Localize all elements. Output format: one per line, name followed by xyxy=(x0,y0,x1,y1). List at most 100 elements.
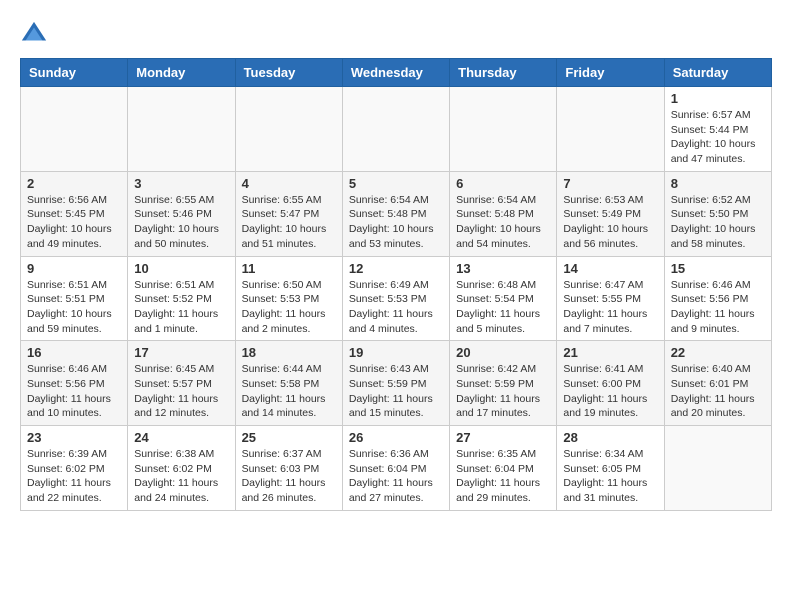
logo xyxy=(20,20,52,48)
calendar-week-row: 16 Sunrise: 6:46 AM Sunset: 5:56 PM Dayli… xyxy=(21,341,772,426)
col-header-friday: Friday xyxy=(557,59,664,87)
day-number: 5 xyxy=(349,176,443,191)
calendar-cell: 13 Sunrise: 6:48 AM Sunset: 5:54 PM Dayli… xyxy=(450,256,557,341)
day-info: Sunrise: 6:53 AM Sunset: 5:49 PM Dayligh… xyxy=(563,193,657,252)
calendar-cell: 7 Sunrise: 6:53 AM Sunset: 5:49 PM Daylig… xyxy=(557,171,664,256)
calendar-table: SundayMondayTuesdayWednesdayThursdayFrid… xyxy=(20,58,772,511)
calendar-cell: 6Sunrise: 6:54 AM Sunset: 5:48 PM Daylig… xyxy=(450,171,557,256)
day-number: 16 xyxy=(27,345,121,360)
calendar-cell: 11 Sunrise: 6:50 AM Sunset: 5:53 PM Dayli… xyxy=(235,256,342,341)
day-info: Sunrise: 6:48 AM Sunset: 5:54 PM Dayligh… xyxy=(456,278,550,337)
calendar-cell: 4 Sunrise: 6:55 AM Sunset: 5:47 PM Daylig… xyxy=(235,171,342,256)
day-number: 21 xyxy=(563,345,657,360)
day-number: 26 xyxy=(349,430,443,445)
day-number: 23 xyxy=(27,430,121,445)
day-number: 12 xyxy=(349,261,443,276)
day-info: Sunrise: 6:52 AM Sunset: 5:50 PM Dayligh… xyxy=(671,193,765,252)
calendar-cell: 16 Sunrise: 6:46 AM Sunset: 5:56 PM Dayli… xyxy=(21,341,128,426)
calendar-cell: 1 Sunrise: 6:57 AM Sunset: 5:44 PM Daylig… xyxy=(664,87,771,172)
day-info: Sunrise: 6:36 AM Sunset: 6:04 PM Dayligh… xyxy=(349,447,443,506)
day-number: 17 xyxy=(134,345,228,360)
day-number: 6 xyxy=(456,176,550,191)
day-number: 3 xyxy=(134,176,228,191)
day-number: 22 xyxy=(671,345,765,360)
calendar-cell xyxy=(128,87,235,172)
day-info: Sunrise: 6:34 AM Sunset: 6:05 PM Dayligh… xyxy=(563,447,657,506)
day-number: 9 xyxy=(27,261,121,276)
calendar-cell: 28 Sunrise: 6:34 AM Sunset: 6:05 PM Dayli… xyxy=(557,426,664,511)
calendar-cell: 18 Sunrise: 6:44 AM Sunset: 5:58 PM Dayli… xyxy=(235,341,342,426)
day-info: Sunrise: 6:38 AM Sunset: 6:02 PM Dayligh… xyxy=(134,447,228,506)
calendar-cell: 24 Sunrise: 6:38 AM Sunset: 6:02 PM Dayli… xyxy=(128,426,235,511)
day-info: Sunrise: 6:45 AM Sunset: 5:57 PM Dayligh… xyxy=(134,362,228,421)
calendar-cell: 10 Sunrise: 6:51 AM Sunset: 5:52 PM Dayli… xyxy=(128,256,235,341)
day-info: Sunrise: 6:54 AM Sunset: 5:48 PM Dayligh… xyxy=(349,193,443,252)
calendar-cell: 17 Sunrise: 6:45 AM Sunset: 5:57 PM Dayli… xyxy=(128,341,235,426)
calendar-cell: 22 Sunrise: 6:40 AM Sunset: 6:01 PM Dayli… xyxy=(664,341,771,426)
day-info: Sunrise: 6:39 AM Sunset: 6:02 PM Dayligh… xyxy=(27,447,121,506)
calendar-cell: 3 Sunrise: 6:55 AM Sunset: 5:46 PM Daylig… xyxy=(128,171,235,256)
day-info: Sunrise: 6:55 AM Sunset: 5:47 PM Dayligh… xyxy=(242,193,336,252)
col-header-saturday: Saturday xyxy=(664,59,771,87)
calendar-cell: 8 Sunrise: 6:52 AM Sunset: 5:50 PM Daylig… xyxy=(664,171,771,256)
day-number: 10 xyxy=(134,261,228,276)
calendar-cell: 23 Sunrise: 6:39 AM Sunset: 6:02 PM Dayli… xyxy=(21,426,128,511)
day-number: 24 xyxy=(134,430,228,445)
day-number: 19 xyxy=(349,345,443,360)
logo-icon xyxy=(20,20,48,48)
day-number: 4 xyxy=(242,176,336,191)
day-info: Sunrise: 6:42 AM Sunset: 5:59 PM Dayligh… xyxy=(456,362,550,421)
day-info: Sunrise: 6:41 AM Sunset: 6:00 PM Dayligh… xyxy=(563,362,657,421)
calendar-cell: 9 Sunrise: 6:51 AM Sunset: 5:51 PM Daylig… xyxy=(21,256,128,341)
day-info: Sunrise: 6:46 AM Sunset: 5:56 PM Dayligh… xyxy=(27,362,121,421)
day-info: Sunrise: 6:46 AM Sunset: 5:56 PM Dayligh… xyxy=(671,278,765,337)
calendar-cell: 19 Sunrise: 6:43 AM Sunset: 5:59 PM Dayli… xyxy=(342,341,449,426)
day-info: Sunrise: 6:50 AM Sunset: 5:53 PM Dayligh… xyxy=(242,278,336,337)
day-info: Sunrise: 6:44 AM Sunset: 5:58 PM Dayligh… xyxy=(242,362,336,421)
day-number: 7 xyxy=(563,176,657,191)
day-number: 13 xyxy=(456,261,550,276)
day-number: 18 xyxy=(242,345,336,360)
calendar-cell xyxy=(21,87,128,172)
day-info: Sunrise: 6:37 AM Sunset: 6:03 PM Dayligh… xyxy=(242,447,336,506)
day-number: 28 xyxy=(563,430,657,445)
day-number: 1 xyxy=(671,91,765,106)
calendar-week-row: 23 Sunrise: 6:39 AM Sunset: 6:02 PM Dayli… xyxy=(21,426,772,511)
calendar-week-row: 2 Sunrise: 6:56 AM Sunset: 5:45 PM Daylig… xyxy=(21,171,772,256)
calendar-cell xyxy=(664,426,771,511)
calendar-week-row: 1 Sunrise: 6:57 AM Sunset: 5:44 PM Daylig… xyxy=(21,87,772,172)
calendar-cell: 25 Sunrise: 6:37 AM Sunset: 6:03 PM Dayli… xyxy=(235,426,342,511)
day-info: Sunrise: 6:57 AM Sunset: 5:44 PM Dayligh… xyxy=(671,108,765,167)
day-info: Sunrise: 6:56 AM Sunset: 5:45 PM Dayligh… xyxy=(27,193,121,252)
col-header-wednesday: Wednesday xyxy=(342,59,449,87)
col-header-sunday: Sunday xyxy=(21,59,128,87)
day-number: 14 xyxy=(563,261,657,276)
day-info: Sunrise: 6:51 AM Sunset: 5:51 PM Dayligh… xyxy=(27,278,121,337)
col-header-tuesday: Tuesday xyxy=(235,59,342,87)
day-number: 15 xyxy=(671,261,765,276)
page-header xyxy=(20,20,772,48)
day-number: 11 xyxy=(242,261,336,276)
day-number: 27 xyxy=(456,430,550,445)
day-info: Sunrise: 6:43 AM Sunset: 5:59 PM Dayligh… xyxy=(349,362,443,421)
day-info: Sunrise: 6:51 AM Sunset: 5:52 PM Dayligh… xyxy=(134,278,228,337)
calendar-cell xyxy=(342,87,449,172)
day-info: Sunrise: 6:40 AM Sunset: 6:01 PM Dayligh… xyxy=(671,362,765,421)
calendar-week-row: 9 Sunrise: 6:51 AM Sunset: 5:51 PM Daylig… xyxy=(21,256,772,341)
calendar-cell: 15 Sunrise: 6:46 AM Sunset: 5:56 PM Dayli… xyxy=(664,256,771,341)
calendar-cell: 20 Sunrise: 6:42 AM Sunset: 5:59 PM Dayli… xyxy=(450,341,557,426)
day-info: Sunrise: 6:49 AM Sunset: 5:53 PM Dayligh… xyxy=(349,278,443,337)
day-number: 2 xyxy=(27,176,121,191)
calendar-cell: 14 Sunrise: 6:47 AM Sunset: 5:55 PM Dayli… xyxy=(557,256,664,341)
col-header-thursday: Thursday xyxy=(450,59,557,87)
calendar-cell: 2 Sunrise: 6:56 AM Sunset: 5:45 PM Daylig… xyxy=(21,171,128,256)
day-info: Sunrise: 6:47 AM Sunset: 5:55 PM Dayligh… xyxy=(563,278,657,337)
calendar-cell xyxy=(235,87,342,172)
day-number: 20 xyxy=(456,345,550,360)
col-header-monday: Monday xyxy=(128,59,235,87)
day-info: Sunrise: 6:55 AM Sunset: 5:46 PM Dayligh… xyxy=(134,193,228,252)
day-number: 25 xyxy=(242,430,336,445)
day-number: 8 xyxy=(671,176,765,191)
day-info: Sunrise: 6:35 AM Sunset: 6:04 PM Dayligh… xyxy=(456,447,550,506)
calendar-cell: 12 Sunrise: 6:49 AM Sunset: 5:53 PM Dayli… xyxy=(342,256,449,341)
